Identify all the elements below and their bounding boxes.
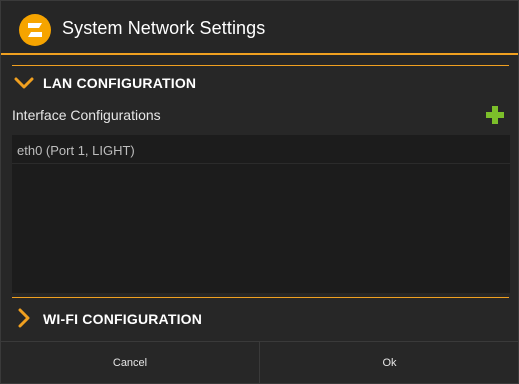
add-interface-button[interactable] xyxy=(484,104,506,126)
dialog-title: System Network Settings xyxy=(62,18,266,38)
lan-section-header[interactable]: LAN CONFIGURATION xyxy=(12,69,509,99)
interface-label: eth0 (Port 1, LIGHT) xyxy=(17,143,135,158)
wifi-section-title: WI-FI CONFIGURATION xyxy=(43,311,203,327)
section-divider xyxy=(12,297,509,298)
plus-icon xyxy=(486,106,504,124)
dialog-footer: Cancel Ok xyxy=(1,341,518,384)
app-logo-icon xyxy=(19,14,51,46)
chevron-right-icon xyxy=(18,308,30,328)
title-bar: System Network Settings xyxy=(1,1,518,55)
ok-button[interactable]: Ok xyxy=(261,342,518,384)
lan-section-title: LAN CONFIGURATION xyxy=(43,75,197,91)
cancel-button[interactable]: Cancel xyxy=(1,342,260,384)
wifi-section-header[interactable]: WI-FI CONFIGURATION xyxy=(12,303,509,333)
section-divider xyxy=(12,65,509,66)
list-item[interactable]: eth0 (Port 1, LIGHT) xyxy=(12,135,510,164)
interface-configurations-label: Interface Configurations xyxy=(12,107,161,123)
interface-list: eth0 (Port 1, LIGHT) xyxy=(12,135,510,293)
chevron-down-icon xyxy=(14,77,34,89)
network-settings-dialog: System Network Settings LAN CONFIGURATIO… xyxy=(0,0,519,384)
